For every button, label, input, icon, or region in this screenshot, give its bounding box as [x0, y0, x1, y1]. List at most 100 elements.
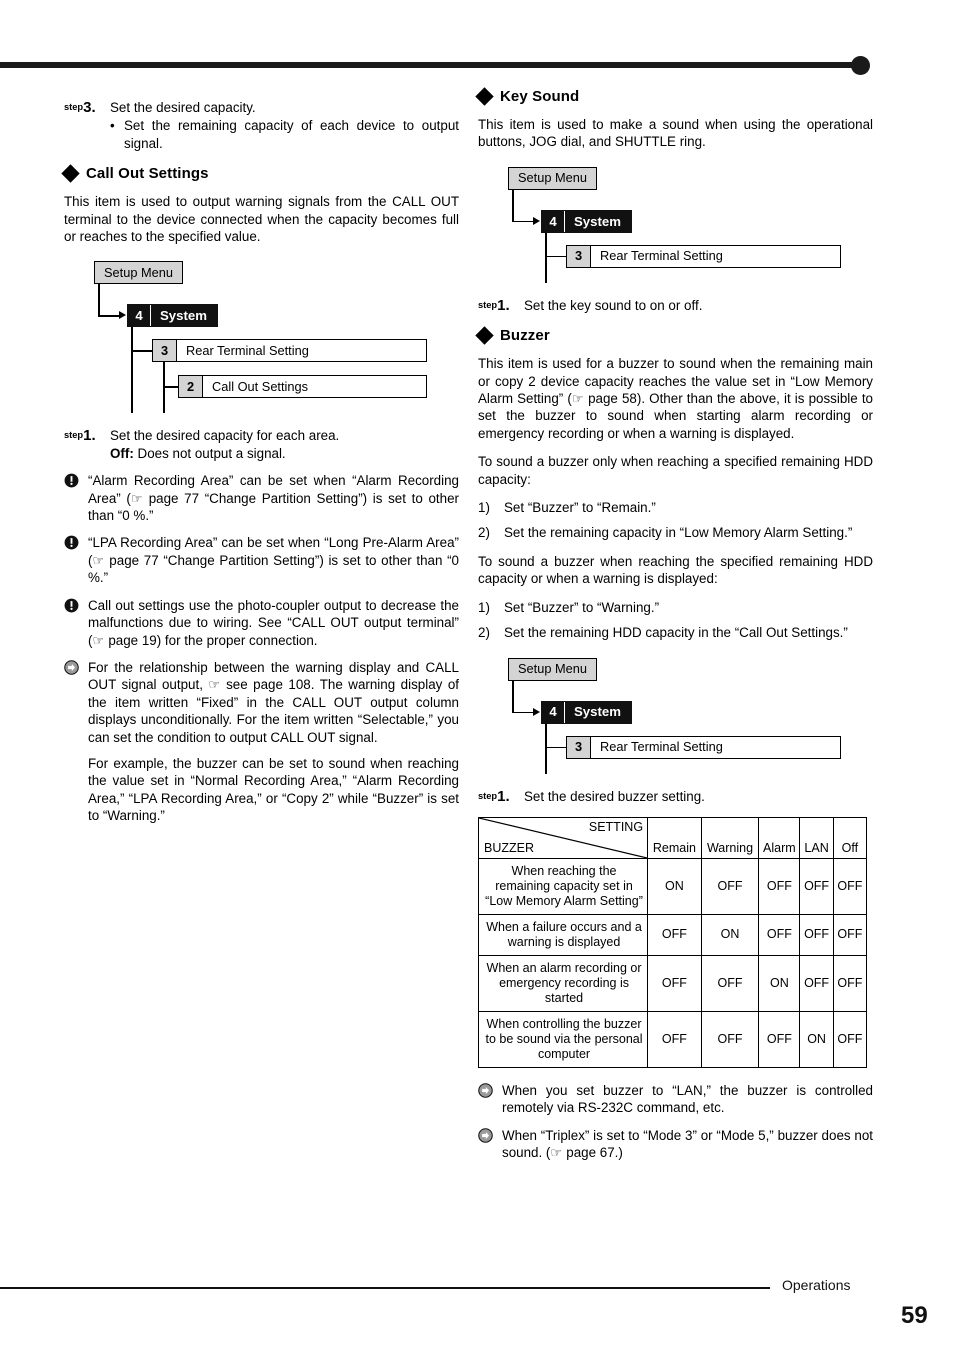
- list1-intro: To sound a buzzer only when reaching a s…: [478, 454, 873, 487]
- table-cell: OFF: [758, 913, 801, 956]
- step-3-text: Set the desired capacity.: [110, 100, 256, 115]
- footer-section-label: Operations: [782, 1277, 851, 1293]
- off-label: Off:: [110, 445, 134, 461]
- arrow-circle-icon: [478, 1127, 502, 1162]
- diagram-connector: [163, 362, 165, 414]
- table-cell: OFF: [700, 1010, 760, 1068]
- table-col-header-lan: LAN: [799, 816, 834, 859]
- diagram-item-rear-terminal: 3 Rear Terminal Setting: [566, 735, 841, 759]
- note-text: When “Triplex” is set to “Mode 3” or “Mo…: [502, 1127, 873, 1161]
- arrow-circle-icon: [64, 659, 88, 825]
- diamond-bullet-icon: [475, 326, 494, 345]
- diagram-arrow-icon: [533, 707, 540, 716]
- table-corner-header: SETTING BUZZER: [477, 816, 649, 859]
- diagram-connector: [545, 723, 547, 774]
- table-col-header-off: Off: [832, 816, 868, 859]
- diagram-connector: [545, 746, 567, 748]
- table-cell: OFF: [700, 857, 760, 915]
- diamond-bullet-icon: [61, 164, 80, 183]
- hand-pointer-icon: ☞: [208, 677, 221, 693]
- table-row: When an alarm recording or emergency rec…: [477, 954, 868, 1012]
- table-cell: ON: [700, 913, 760, 956]
- table-row-label: When reaching the remaining capacity set…: [477, 857, 649, 915]
- menu-path-diagram-key-sound: Setup Menu 4 System 3 Rear Terminal Sett…: [478, 166, 873, 283]
- step-1-buzzer: step1. Set the desired buzzer setting.: [478, 788, 873, 805]
- list-item: 2) Set the remaining HDD capacity in the…: [478, 625, 848, 641]
- step-1-label: step1.: [478, 787, 510, 805]
- table-cell: OFF: [832, 857, 868, 915]
- table-cell: ON: [647, 857, 702, 915]
- hand-pointer-icon: ☞: [92, 552, 105, 568]
- diagram-item-call-out-settings: 2 Call Out Settings: [178, 375, 427, 399]
- list-item: 1) Set “Buzzer” to “Remain.”: [478, 500, 656, 516]
- list2-intro: To sound a buzzer when reaching the spec…: [478, 553, 873, 587]
- note-text: “Alarm Recording Area” can be set when “…: [88, 473, 459, 524]
- section-heading-label: Call Out Settings: [86, 165, 209, 183]
- note-text: For the relationship between the warning…: [88, 659, 459, 745]
- page-number: 59: [901, 1302, 928, 1329]
- table-cell: OFF: [799, 857, 834, 915]
- table-cell: OFF: [647, 1010, 702, 1068]
- note-text-paragraph-2: For example, the buzzer can be set to so…: [88, 755, 459, 824]
- step-3-label: step3.: [64, 99, 96, 116]
- arrow-circle-icon: [478, 1082, 502, 1117]
- table-row-label: When controlling the buzzer to be sound …: [477, 1010, 649, 1068]
- diagram-connector: [131, 350, 153, 352]
- buzzer-settings-table-wrap: SETTING BUZZER Remain Warning Alarm LAN …: [477, 816, 873, 1068]
- footer-rule: [0, 1287, 770, 1289]
- table-cell: OFF: [832, 1010, 868, 1068]
- step-1-label: step1.: [64, 427, 96, 445]
- buzzer-settings-table: SETTING BUZZER Remain Warning Alarm LAN …: [477, 816, 868, 1068]
- left-column: step3. Set the desired capacity. • Set t…: [61, 88, 459, 835]
- document-page: step3. Set the desired capacity. • Set t…: [0, 0, 954, 1350]
- diagram-system-box: 4 System: [127, 304, 218, 328]
- step-3-sub-text: Set the remaining capacity of each devic…: [124, 118, 459, 151]
- section-heading-call-out-settings: Call Out Settings: [61, 164, 459, 183]
- call-out-intro: This item is used to output warning sign…: [64, 194, 459, 245]
- key-sound-intro: This item is used to make a sound when u…: [478, 117, 873, 150]
- diagram-connector: [131, 327, 133, 414]
- exclamation-circle-icon: [64, 534, 88, 586]
- note-text: “LPA Recording Area” can be set when “Lo…: [88, 535, 459, 586]
- step-1-text: Set the desired buzzer setting.: [524, 788, 705, 804]
- diagram-item-rear-terminal: 3 Rear Terminal Setting: [566, 244, 841, 268]
- table-cell: ON: [758, 954, 801, 1012]
- numbered-list-warning: 1) Set “Buzzer” to “Warning.” 2) Set the…: [478, 599, 873, 642]
- menu-path-diagram-buzzer: Setup Menu 4 System 3 Rear Terminal Sett…: [478, 657, 873, 774]
- step-1-key-sound: step1. Set the key sound to on or off.: [478, 297, 873, 314]
- table-col-header-alarm: Alarm: [758, 816, 801, 859]
- section-heading-label: Key Sound: [500, 88, 580, 105]
- section-heading-buzzer: Buzzer: [475, 326, 873, 345]
- step-3: step3. Set the desired capacity. • Set t…: [64, 99, 459, 152]
- header-rule: [0, 62, 866, 68]
- note-text: When you set buzzer to “LAN,” the buzzer…: [502, 1082, 873, 1116]
- section-heading-label: Buzzer: [500, 327, 550, 345]
- step-1-off-line: Off: Does not output a signal.: [110, 445, 459, 462]
- table-row: When reaching the remaining capacity set…: [477, 857, 868, 915]
- table-cell: OFF: [832, 954, 868, 1012]
- table-row: When a failure occurs and a warning is d…: [477, 913, 868, 956]
- menu-path-diagram-call-out: Setup Menu 4 System 3 Rear Terminal Sett…: [64, 261, 459, 414]
- table-row: When controlling the buzzer to be sound …: [477, 1010, 868, 1068]
- diagram-connector: [98, 315, 120, 317]
- diagram-arrow-icon: [533, 216, 540, 225]
- step-1-call-out: step1. Set the desired capacity for each…: [64, 427, 459, 462]
- note-caution: Call out settings use the photo-coupler …: [64, 597, 459, 649]
- table-cell: OFF: [647, 913, 702, 956]
- hand-pointer-icon: ☞: [550, 1145, 563, 1161]
- diagram-connector: [512, 711, 534, 713]
- exclamation-circle-icon: [64, 472, 88, 524]
- note-text: Call out settings use the photo-coupler …: [88, 597, 459, 648]
- diagram-setup-menu-box: Setup Menu: [94, 261, 184, 285]
- section-heading-key-sound: Key Sound: [475, 87, 873, 106]
- right-column: Key Sound This item is used to make a so…: [475, 87, 873, 1172]
- hand-pointer-icon: ☞: [130, 490, 144, 506]
- diagram-connector: [512, 680, 514, 713]
- numbered-list-remain: 1) Set “Buzzer” to “Remain.” 2) Set the …: [478, 499, 873, 542]
- note-info: When you set buzzer to “LAN,” the buzzer…: [478, 1082, 873, 1117]
- table-cell: ON: [799, 1010, 834, 1068]
- diamond-bullet-icon: [475, 87, 494, 106]
- step-1-text: Set the key sound to on or off.: [524, 297, 703, 313]
- step-1-label: step1.: [478, 296, 510, 314]
- diagram-item-rear-terminal: 3 Rear Terminal Setting: [152, 339, 427, 363]
